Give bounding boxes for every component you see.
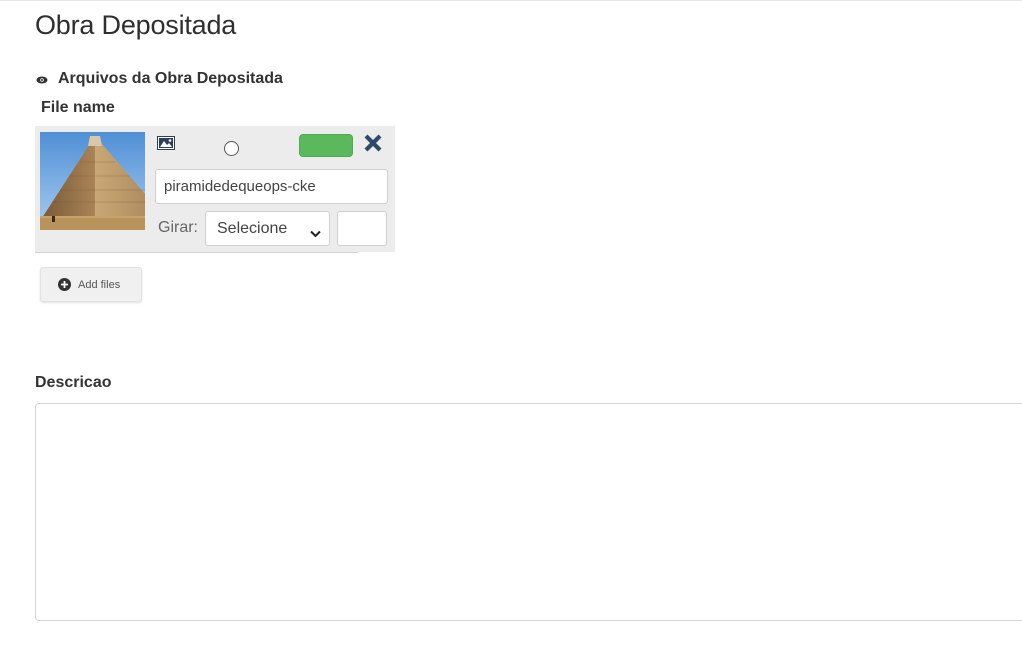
section-header[interactable]: Arquivos da Obra Depositada: [36, 70, 283, 88]
file-item: Girar: Selecione: [35, 126, 395, 252]
file-name-input[interactable]: [155, 169, 388, 204]
chevron-down-icon: [310, 225, 321, 237]
image-icon[interactable]: [157, 136, 175, 150]
primary-file-radio[interactable]: [224, 141, 239, 156]
close-icon[interactable]: [362, 132, 384, 154]
rotate-selected-value: Selecione: [217, 219, 288, 237]
add-files-label: Add files: [78, 278, 121, 291]
rotate-label: Girar:: [158, 219, 198, 236]
page-title: Obra Depositada: [35, 10, 237, 40]
rotate-select[interactable]: Selecione: [205, 211, 330, 246]
rotate-extra-input[interactable]: [337, 211, 387, 246]
file-thumbnail[interactable]: [40, 132, 145, 230]
description-textarea[interactable]: [35, 403, 1022, 621]
eye-icon: [36, 76, 48, 83]
description-label: Descricao: [35, 374, 112, 391]
plus-circle-icon: [58, 278, 71, 291]
section-title: Arquivos da Obra Depositada: [58, 70, 283, 87]
file-item-divider: [35, 252, 358, 253]
file-name-column-header: File name: [41, 99, 115, 116]
confirm-button[interactable]: [299, 134, 353, 157]
add-files-button[interactable]: Add files: [40, 267, 142, 302]
top-divider: [0, 0, 1022, 1]
